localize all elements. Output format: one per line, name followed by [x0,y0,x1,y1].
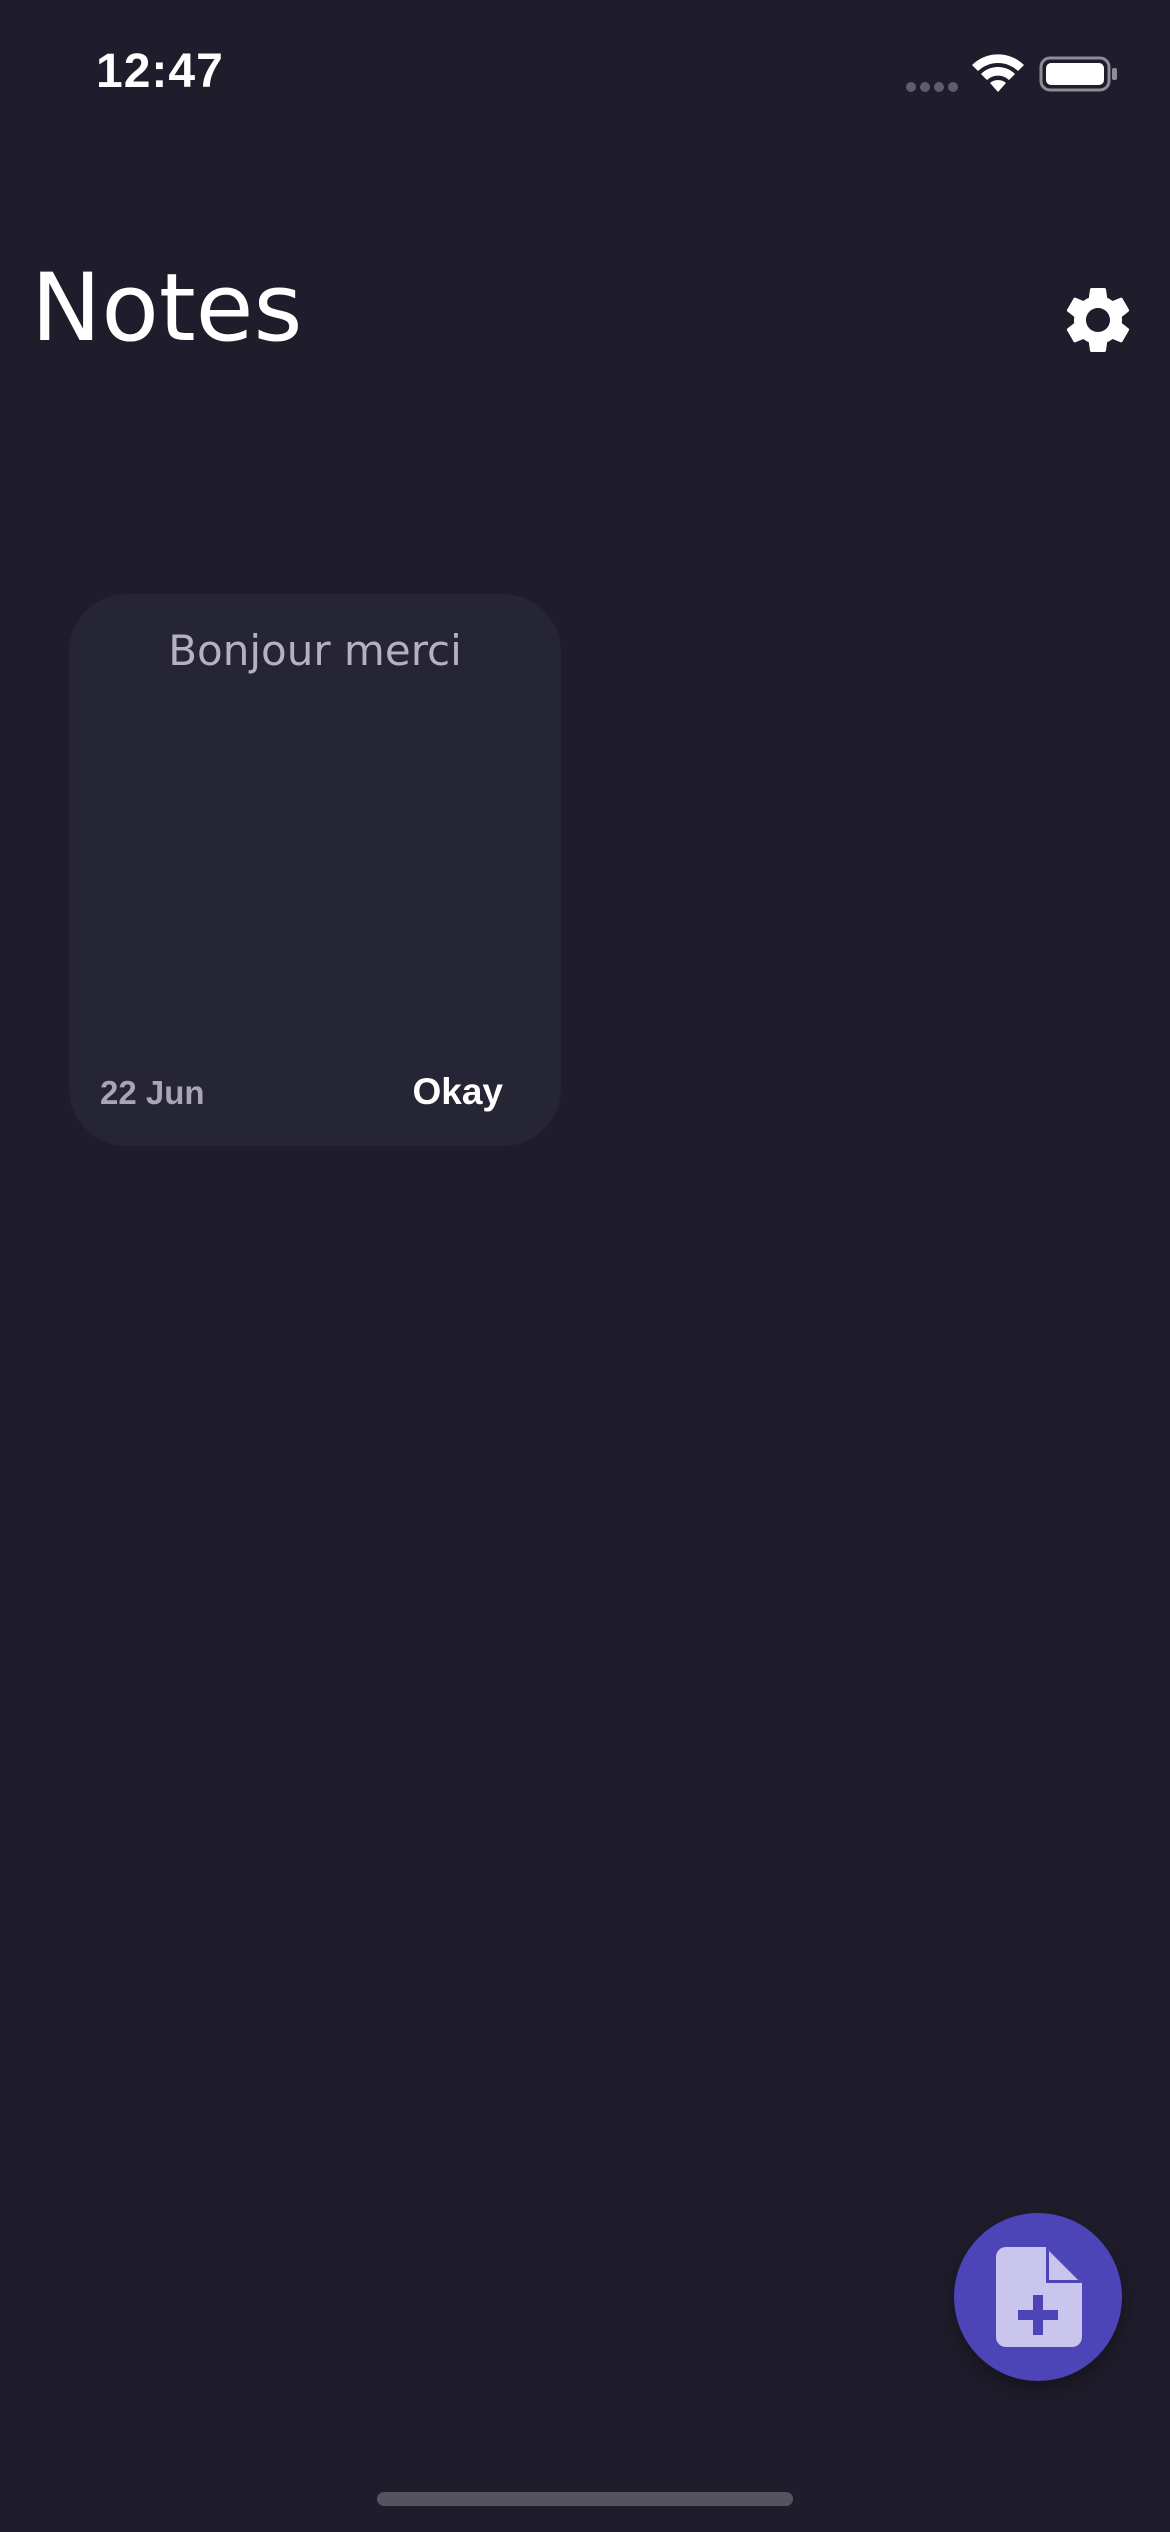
status-time: 12:47 [96,45,224,98]
note-card[interactable]: Bonjour merci 22 Jun Okay [69,594,561,1146]
home-indicator[interactable] [377,2492,793,2506]
add-note-button[interactable] [954,2213,1122,2381]
battery-icon [1039,56,1117,92]
note-date: 22 Jun [100,1074,205,1111]
signal-icon [906,82,958,92]
wifi-icon [972,54,1024,92]
add-note-icon [996,2247,1082,2347]
note-title: Bonjour merci [168,626,462,675]
status-bar: 12:47 [0,0,1170,150]
settings-button[interactable] [1058,280,1138,360]
gear-icon [1066,288,1130,352]
page-title: Notes [31,254,303,363]
note-tag: Okay [412,1071,503,1112]
